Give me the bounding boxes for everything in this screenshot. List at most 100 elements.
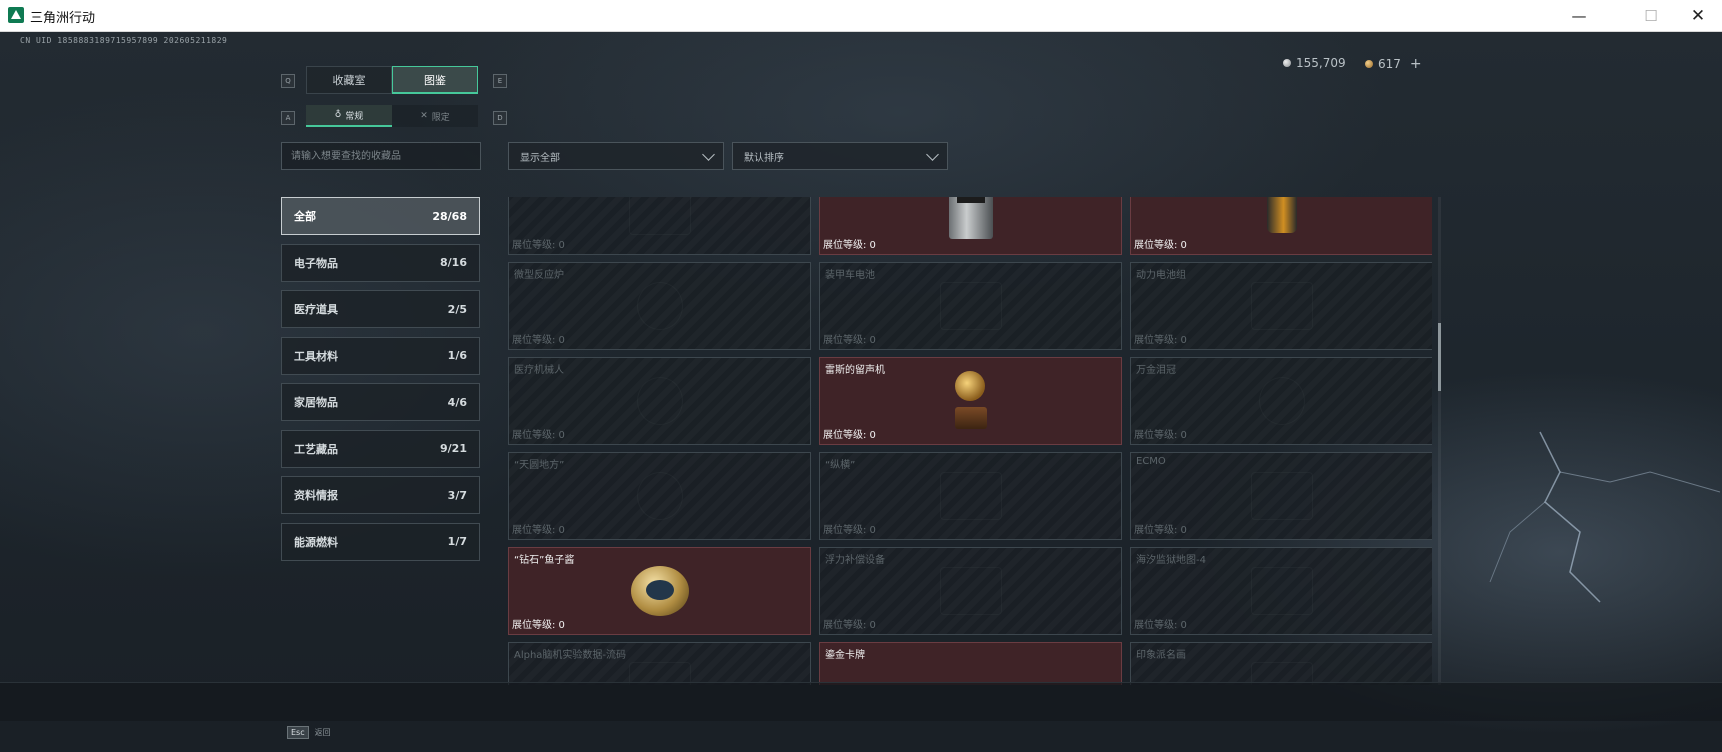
add-currency-button[interactable]: + [1410,56,1422,72]
card-level: 展位等级: 0 [823,525,876,536]
crossed-icon: ✕ [420,111,428,121]
subtab-limited[interactable]: ✕ 限定 [392,105,478,127]
item-silhouette [939,282,1002,330]
collection-card[interactable]: 海汐监狱地图-4 展位等级: 0 [1130,547,1432,635]
subtab-regular[interactable]: ♁ 常规 [306,105,392,127]
collection-card[interactable]: 展位等级: 0 [1130,197,1432,255]
category-item-medical[interactable]: 医疗道具 2/5 [281,290,480,328]
card-name: “钻石”鱼子酱 [514,555,575,566]
key-hint-a: A [281,111,295,125]
item-silhouette [628,197,691,235]
category-label: 资料情报 [294,489,338,502]
card-level: 展位等级: 0 [512,240,565,251]
card-level: 展位等级: 0 [823,620,876,631]
phonograph-box [954,407,987,429]
collection-card[interactable]: 装甲车电池 展位等级: 0 [819,262,1122,350]
maximize-button[interactable]: ☐ [1628,0,1674,31]
gold-coin-icon [1365,60,1373,68]
chevron-down-icon [702,148,715,161]
collection-card[interactable]: 鎏金卡牌 展位等级: 0 [819,642,1122,685]
item-silhouette [1258,377,1305,425]
category-count: 28/68 [432,209,467,223]
collection-grid: 展位等级: 0 展位等级: 0 展位等级: 0 微型反应炉 展位等级: 0 装甲… [508,197,1432,685]
grid-scrollbar[interactable] [1438,197,1441,685]
card-name: 微型反应炉 [514,270,564,281]
collection-card[interactable]: “纵横” 展位等级: 0 [819,452,1122,540]
collection-card[interactable]: “天圆地方” 展位等级: 0 [508,452,811,540]
category-label: 家居物品 [294,396,338,409]
category-count: 1/6 [447,349,467,362]
collection-card[interactable]: 印象派名画 展位等级: 0 [1130,642,1432,685]
lightning-decoration [1489,431,1721,603]
category-count: 8/16 [440,256,467,269]
category-count: 9/21 [440,442,467,455]
category-item-home[interactable]: 家居物品 4/6 [281,383,480,421]
silver-coin-icon [1283,59,1291,67]
key-hint-d: D [493,111,507,125]
tab-collection-room[interactable]: 收藏室 [306,66,392,94]
card-name: 万金泪冠 [1136,365,1176,376]
app-logo-icon [8,7,24,23]
minimize-button[interactable]: — [1556,0,1602,31]
collection-card[interactable]: 展位等级: 0 [819,197,1122,255]
category-item-energy[interactable]: 能源燃料 1/7 [281,522,480,561]
user-uid: CN UID 1858883189715957899 202605211829 [20,36,228,45]
category-item-crafts[interactable]: 工艺藏品 9/21 [281,429,480,468]
collection-card[interactable]: 浮力补偿设备 展位等级: 0 [819,547,1122,635]
item-silhouette [636,282,683,330]
subtab-regular-label: 常规 [345,111,364,122]
collection-card[interactable]: 动力电池组 展位等级: 0 [1130,262,1432,350]
card-level: 展位等级: 0 [1134,525,1187,536]
category-item-intel[interactable]: 资料情报 3/7 [281,476,480,514]
item-silhouette [636,472,683,520]
item-silhouette [939,472,1002,520]
category-item-electronics[interactable]: 电子物品 8/16 [281,243,480,282]
collection-card[interactable]: 万金泪冠 展位等级: 0 [1130,357,1432,445]
tab-catalog[interactable]: 图鉴 [392,66,478,94]
collection-card[interactable]: 雷斯的留声机 展位等级: 0 [819,357,1122,445]
filter-dropdown[interactable]: 显示全部 [508,142,724,170]
chevron-down-icon [926,148,939,161]
category-count: 3/7 [447,488,467,502]
category-label: 能源燃料 [294,535,338,549]
category-label: 全部 [294,210,316,223]
card-level: 展位等级: 0 [512,430,565,441]
game-scene: CN UID 1858883189715957899 202605211829 … [0,32,1722,752]
collection-card[interactable]: 展位等级: 0 [508,197,811,255]
card-name: 动力电池组 [1136,270,1186,281]
back-label: 返回 [314,728,331,737]
category-label: 工艺藏品 [294,442,338,456]
card-level: 展位等级: 0 [823,430,876,441]
collection-card[interactable]: “钻石”鱼子酱 展位等级: 0 [508,547,811,635]
item-silhouette [1250,472,1313,520]
category-item-tools[interactable]: 工具材料 1/6 [281,336,480,375]
collection-card[interactable]: 微型反应炉 展位等级: 0 [508,262,811,350]
window-titlebar: 三角洲行动 — ☐ ✕ [0,0,1722,32]
gold-amount: 617 [1378,57,1401,71]
card-level: 展位等级: 0 [1134,430,1187,441]
silver-currency: 155,709 [1283,56,1346,70]
category-count: 4/6 [447,395,467,409]
item-silhouette [939,567,1002,615]
close-button[interactable]: ✕ [1675,0,1721,31]
sort-dropdown[interactable]: 默认排序 [732,142,948,170]
scrollbar-thumb[interactable] [1438,323,1441,391]
card-name: 装甲车电池 [825,270,875,281]
filter-dropdown-value: 显示全部 [520,152,560,164]
coffee-bag-image [1266,197,1297,233]
bottom-bar [0,682,1722,721]
collection-card[interactable]: ECMO 展位等级: 0 [1130,452,1432,540]
card-level: 展位等级: 0 [1134,240,1187,251]
card-name: Alpha脑机实验数据-流码 [514,650,627,661]
collection-card[interactable]: 医疗机械人 展位等级: 0 [508,357,811,445]
search-input[interactable] [282,143,480,169]
collection-grid-viewport: 展位等级: 0 展位等级: 0 展位等级: 0 微型反应炉 展位等级: 0 装甲… [508,197,1432,685]
collection-card[interactable]: Alpha脑机实验数据-流码 展位等级: 0 [508,642,811,685]
back-button[interactable]: Esc 返回 [287,726,331,739]
phonograph-horn [954,371,985,401]
card-name: 海汐监狱地图-4 [1136,555,1206,566]
item-silhouette [1250,282,1313,330]
flame-icon: ♁ [334,110,342,120]
category-label: 医疗道具 [294,303,338,316]
category-item-all[interactable]: 全部 28/68 [281,197,480,235]
